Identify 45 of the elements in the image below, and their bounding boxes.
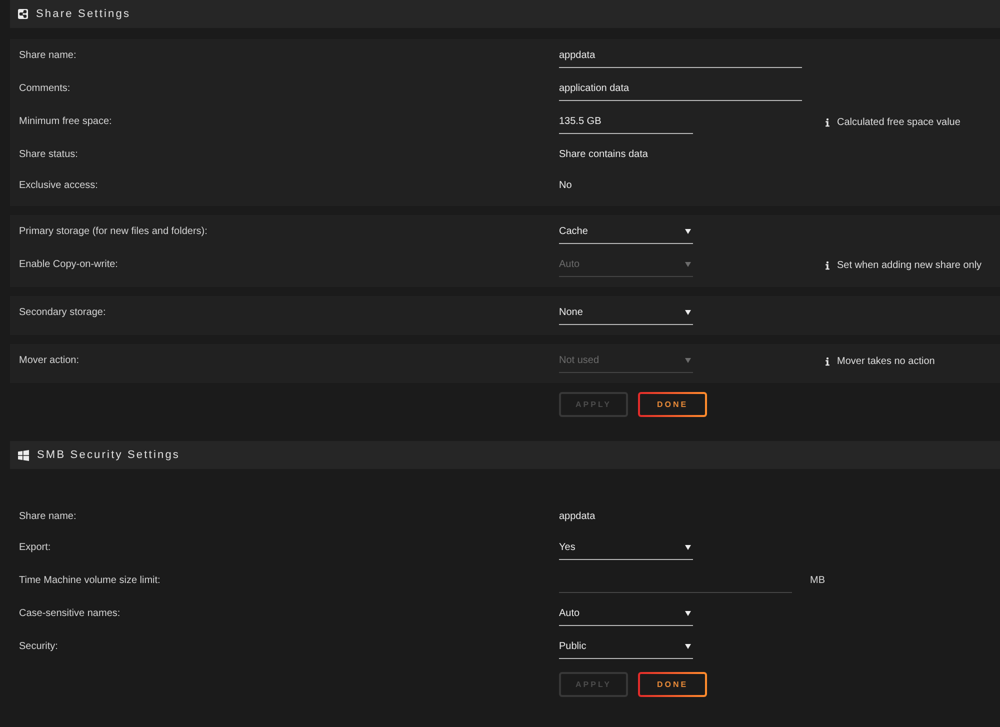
- field-label: Case-sensitive names:: [19, 607, 122, 621]
- done-button[interactable]: DONE: [638, 392, 707, 417]
- caret-icon: [685, 229, 691, 234]
- dropdown[interactable]: Yes: [559, 538, 693, 560]
- caret-icon: [685, 611, 691, 616]
- dropdown[interactable]: None: [559, 303, 693, 325]
- field-label: Comments:: [19, 82, 72, 96]
- field-label: Share name:: [19, 49, 78, 63]
- caret-icon: [685, 262, 691, 267]
- info-icon: [825, 118, 830, 126]
- dropdown[interactable]: Public: [559, 637, 693, 659]
- caret-icon: [685, 358, 691, 363]
- info-icon: [825, 260, 830, 270]
- section-title: SMB Security Settings: [37, 448, 180, 462]
- dropdown[interactable]: Cache: [559, 222, 693, 244]
- text-field[interactable]: appdata: [559, 46, 802, 68]
- field-label: Security:: [19, 640, 59, 654]
- dropdown[interactable]: Auto: [559, 604, 693, 626]
- text-field[interactable]: 135.5 GB: [559, 112, 693, 134]
- note-text: Calculated free space value: [837, 116, 960, 128]
- field-label: Enable Copy-on-write:: [19, 258, 119, 272]
- field-label: Primary storage (for new files and folders):: [19, 225, 208, 239]
- caret-icon: [685, 545, 691, 550]
- note-text: Set when adding new share only: [837, 260, 982, 270]
- field-label: Secondary storage:: [19, 306, 107, 320]
- unit-label: MB: [810, 574, 825, 588]
- caret-icon: [685, 310, 691, 315]
- field-label: Share name:: [19, 510, 78, 524]
- info-icon: [825, 356, 830, 366]
- field-label: Export:: [19, 541, 52, 555]
- windows-icon: [18, 450, 29, 460]
- caret-icon: [685, 644, 691, 649]
- field-label: Time Machine volume size limit:: [19, 574, 162, 588]
- field-value: Share contains data: [559, 148, 648, 162]
- field-label: Mover action:: [19, 354, 80, 368]
- field-value: No: [559, 179, 572, 193]
- done-button[interactable]: DONE: [638, 672, 707, 697]
- field-label: Share status:: [19, 148, 79, 162]
- note-text: Mover takes no action: [837, 356, 935, 366]
- field-label: Minimum free space:: [19, 115, 113, 129]
- field-value: appdata: [559, 510, 596, 524]
- text-field[interactable]: application data: [559, 79, 802, 101]
- section-title: Share Settings: [36, 7, 131, 21]
- share-icon: [18, 9, 28, 19]
- field-label: Exclusive access:: [19, 179, 99, 193]
